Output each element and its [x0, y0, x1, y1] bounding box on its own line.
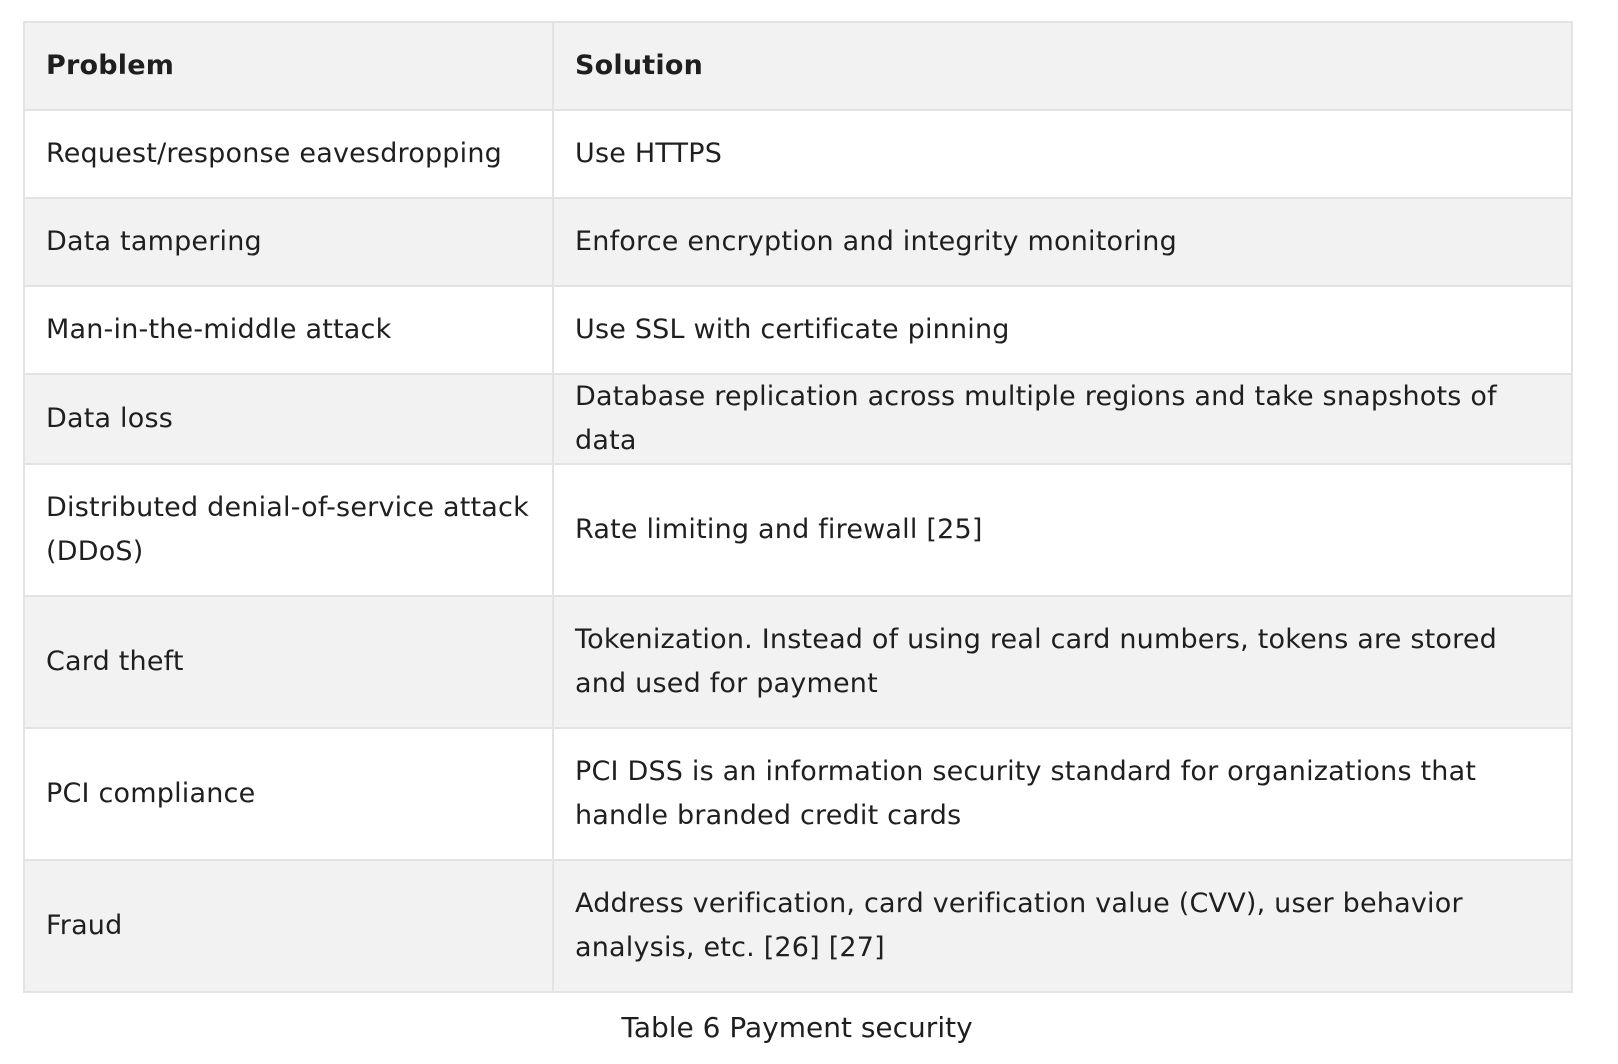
solution-cell: PCI DSS is an information security stand… — [552, 727, 1573, 861]
table-row: Request/response eavesdropping Use HTTPS — [23, 109, 1573, 199]
problem-cell: Distributed denial-of-service attack (DD… — [23, 463, 554, 597]
table-row: Data loss Database replication across mu… — [23, 373, 1573, 465]
solution-cell: Use HTTPS — [552, 109, 1573, 199]
table-caption: Table 6 Payment security — [621, 1011, 973, 1044]
problem-cell: Man-in-the-middle attack — [23, 285, 554, 375]
table-header-row: Problem Solution — [23, 21, 1573, 111]
payment-security-table-container: Problem Solution Request/response eavesd… — [23, 21, 1573, 993]
table-row: Distributed denial-of-service attack (DD… — [23, 463, 1573, 597]
header-problem: Problem — [23, 21, 554, 111]
solution-cell: Database replication across multiple reg… — [552, 373, 1573, 465]
solution-cell: Enforce encryption and integrity monitor… — [552, 197, 1573, 287]
problem-cell: PCI compliance — [23, 727, 554, 861]
payment-security-table: Problem Solution Request/response eavesd… — [23, 21, 1573, 993]
table-row: PCI compliance PCI DSS is an information… — [23, 727, 1573, 861]
table-row: Data tampering Enforce encryption and in… — [23, 197, 1573, 287]
problem-cell: Data loss — [23, 373, 554, 465]
problem-cell: Data tampering — [23, 197, 554, 287]
solution-cell: Address verification, card verification … — [552, 859, 1573, 993]
table-row: Card theft Tokenization. Instead of usin… — [23, 595, 1573, 729]
header-solution: Solution — [552, 21, 1573, 111]
table-row: Fraud Address verification, card verific… — [23, 859, 1573, 993]
problem-cell: Fraud — [23, 859, 554, 993]
problem-cell: Card theft — [23, 595, 554, 729]
solution-cell: Use SSL with certificate pinning — [552, 285, 1573, 375]
table-row: Man-in-the-middle attack Use SSL with ce… — [23, 285, 1573, 375]
solution-cell: Rate limiting and firewall [25] — [552, 463, 1573, 597]
problem-cell: Request/response eavesdropping — [23, 109, 554, 199]
solution-cell: Tokenization. Instead of using real card… — [552, 595, 1573, 729]
